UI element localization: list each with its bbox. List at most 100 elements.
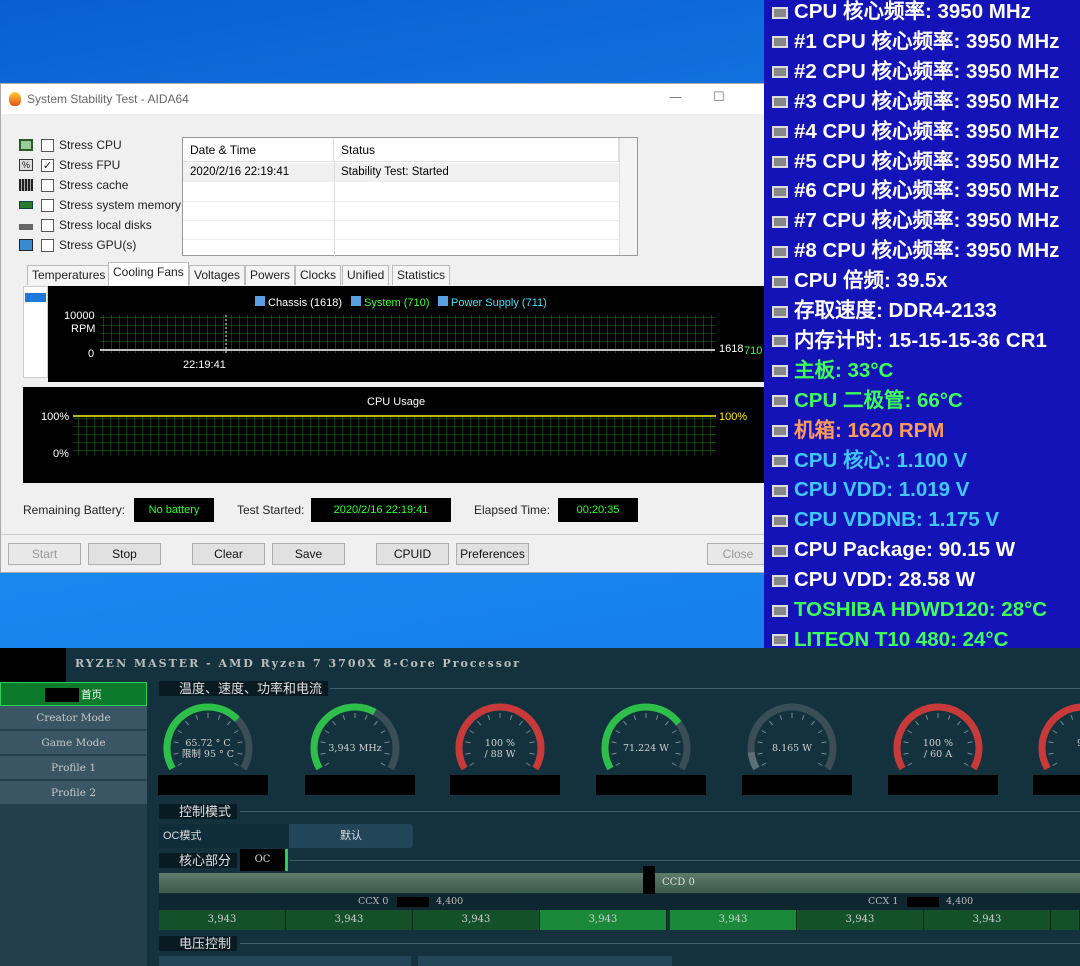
sensor-icon: [772, 6, 788, 19]
tab-voltages[interactable]: Voltages: [189, 265, 246, 285]
cpu-y-min: 0%: [53, 448, 69, 460]
stress-cpu-checkbox[interactable]: [41, 138, 54, 152]
stress-gpu-option[interactable]: Stress GPU(s): [19, 236, 136, 254]
legend-system: System (710): [351, 296, 429, 309]
fan-list[interactable]: [23, 286, 48, 378]
table-scrollbar[interactable]: [619, 138, 637, 255]
sensor-icon: [772, 425, 788, 438]
tab-statistics[interactable]: Statistics: [392, 265, 451, 285]
flame-icon: [9, 92, 21, 106]
status-column-header[interactable]: Status: [334, 138, 619, 162]
sensor-row: CPU 核心频率: 3950 MHz: [772, 0, 1031, 27]
control-mode-oc[interactable]: OC模式: [159, 824, 289, 848]
stress-fpu-checkbox[interactable]: ✓: [41, 158, 54, 172]
tab-temperatures[interactable]: Temperatures: [27, 265, 111, 285]
core-1-clock: 3,943: [159, 910, 286, 930]
sensor-icon: [772, 305, 788, 318]
sensor-text: CPU 二极管: 66°C: [794, 388, 963, 412]
stress-cache-checkbox[interactable]: [41, 178, 54, 192]
fan-right-value-chassis: 1618: [719, 343, 744, 355]
stress-cache-option[interactable]: Stress cache: [19, 176, 128, 194]
control-mode-toggle[interactable]: OC模式 默认: [159, 824, 413, 848]
cpu-chip-icon: [19, 139, 33, 151]
nav-game-mode[interactable]: Game Mode: [0, 731, 147, 755]
nav-profile-2[interactable]: Profile 2: [0, 781, 147, 805]
stress-memory-checkbox[interactable]: [41, 198, 54, 212]
log-status: Stability Test: Started: [341, 166, 449, 178]
core-oc-toggle[interactable]: OC: [240, 849, 288, 871]
sensor-icon: [772, 36, 788, 49]
control-mode-default[interactable]: 默认: [289, 824, 413, 848]
cpu-right-value: 100%: [719, 411, 748, 423]
memory-module-icon: [19, 201, 33, 209]
nav-creator-mode[interactable]: Creator Mode: [0, 706, 147, 730]
core-2-clock: 3,943: [286, 910, 413, 930]
cpuid-button[interactable]: CPUID: [376, 543, 449, 565]
datetime-column-header[interactable]: Date & Time: [183, 138, 334, 162]
sensor-icon: [772, 66, 788, 79]
status-log-table: Date & Time Status 2020/2/16 22:19:41 St…: [182, 137, 638, 257]
stress-memory-option[interactable]: Stress system memory: [19, 196, 181, 214]
stress-fpu-label: Stress FPU: [59, 158, 121, 172]
aida-window: System Stability Test - AIDA64 — ☐ Stres…: [0, 83, 770, 573]
ryzen-title: RYZEN MASTER - AMD Ryzen 7 3700X 8-Core …: [75, 657, 522, 670]
tab-powers[interactable]: Powers: [245, 265, 296, 285]
power-supply-check-icon[interactable]: [438, 296, 448, 306]
tab-unified[interactable]: Unified: [342, 265, 390, 285]
sensor-icon: [772, 245, 788, 258]
ccx-0-max: 4,400: [436, 896, 464, 907]
gauge-label-redacted: [1033, 775, 1080, 795]
sensor-icon: [772, 455, 788, 468]
stress-gpu-checkbox[interactable]: [41, 238, 54, 252]
gauge: 71.224 W: [596, 703, 696, 773]
minimize-button[interactable]: —: [669, 90, 682, 105]
sensor-text: 内存计时: 15-15-15-36 CR1: [794, 328, 1047, 352]
preferences-button[interactable]: Preferences: [456, 543, 529, 565]
fan-right-value-system: 710: [744, 345, 763, 357]
clear-button[interactable]: Clear: [192, 543, 265, 565]
legend-chassis: Chassis (1618): [255, 296, 342, 309]
close-button[interactable]: Close: [707, 543, 769, 565]
gauge: 8.165 W: [742, 703, 842, 773]
sensor-text: CPU Package: 90.15 W: [794, 538, 1016, 562]
monitor-icon: [19, 239, 33, 251]
sensor-text: CPU 倍频: 39.5x: [794, 269, 948, 293]
table-row[interactable]: 2020/2/16 22:19:41 Stability Test: Start…: [183, 163, 619, 182]
nav-profile-1[interactable]: Profile 1: [0, 756, 147, 780]
sensor-row: CPU VDD: 1.019 V: [772, 475, 969, 505]
fan-speed-graph: Chassis (1618) System (710) Power Supply…: [48, 286, 766, 382]
tab-cooling-fans[interactable]: Cooling Fans: [108, 262, 189, 286]
stop-button[interactable]: Stop: [88, 543, 161, 565]
sensor-icon: [772, 544, 788, 557]
ccx-0-label: CCX 0: [358, 896, 389, 907]
nav-home[interactable]: 首页: [0, 682, 147, 706]
gauge-label-redacted: [158, 775, 268, 795]
test-started-label: Test Started:: [237, 503, 305, 517]
core-3-clock: 3,943: [413, 910, 540, 930]
tab-clocks[interactable]: Clocks: [295, 265, 342, 285]
stress-disks-checkbox[interactable]: [41, 218, 54, 232]
maximize-button[interactable]: ☐: [713, 90, 725, 105]
cpu-usage-title: CPU Usage: [367, 396, 426, 408]
sensor-row: CPU 二极管: 66°C: [772, 386, 963, 416]
gauge: 3,943 MHz: [305, 703, 405, 773]
sensor-row: 主板: 33°C: [772, 356, 893, 386]
sensor-row: #7 CPU 核心频率: 3950 MHz: [772, 206, 1059, 236]
sensor-icon: [772, 365, 788, 378]
chassis-check-icon[interactable]: [255, 296, 265, 306]
stress-cpu-option[interactable]: Stress CPU: [19, 136, 122, 154]
stress-fpu-option[interactable]: % ✓ Stress FPU: [19, 156, 120, 174]
sensor-text: 机箱: 1620 RPM: [794, 418, 945, 442]
gauge-value: 96: [1076, 738, 1080, 749]
stress-disks-option[interactable]: Stress local disks: [19, 216, 152, 234]
core-8-clock: [1051, 910, 1080, 930]
start-button[interactable]: Start: [8, 543, 81, 565]
sensor-row: #1 CPU 核心频率: 3950 MHz: [772, 27, 1059, 57]
gauge: 96/: [1033, 703, 1080, 773]
sensor-row: TOSHIBA HDWD120: 28°C: [772, 595, 1047, 625]
ccx-1-max: 4,400: [946, 896, 974, 907]
system-check-icon[interactable]: [351, 296, 361, 306]
save-button[interactable]: Save: [272, 543, 345, 565]
ccx-1-label: CCX 1: [868, 896, 899, 907]
cpu-y-max: 100%: [41, 411, 70, 423]
